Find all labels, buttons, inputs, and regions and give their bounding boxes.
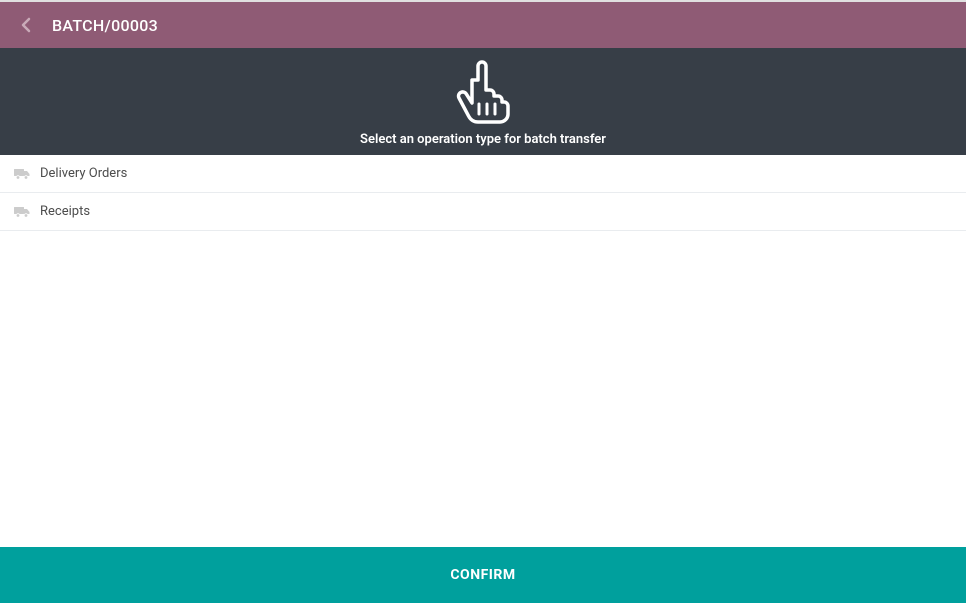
list-item-delivery-orders[interactable]: Delivery Orders [0, 155, 966, 193]
truck-icon [14, 206, 30, 218]
chevron-left-icon [21, 17, 31, 33]
confirm-button[interactable]: CONFIRM [0, 547, 966, 603]
list-item-receipts[interactable]: Receipts [0, 193, 966, 231]
page-title: BATCH/00003 [52, 16, 158, 35]
confirm-label: CONFIRM [450, 567, 515, 583]
back-button[interactable] [14, 13, 38, 37]
instruction-text: Select an operation type for batch trans… [360, 132, 606, 147]
list-item-label: Delivery Orders [40, 166, 127, 181]
instruction-bar: Select an operation type for batch trans… [0, 48, 966, 155]
truck-icon [14, 168, 30, 180]
operation-type-list: Delivery Orders Receipts [0, 155, 966, 231]
tap-hand-icon [452, 60, 514, 130]
header: BATCH/00003 [0, 2, 966, 48]
list-item-label: Receipts [40, 204, 90, 219]
